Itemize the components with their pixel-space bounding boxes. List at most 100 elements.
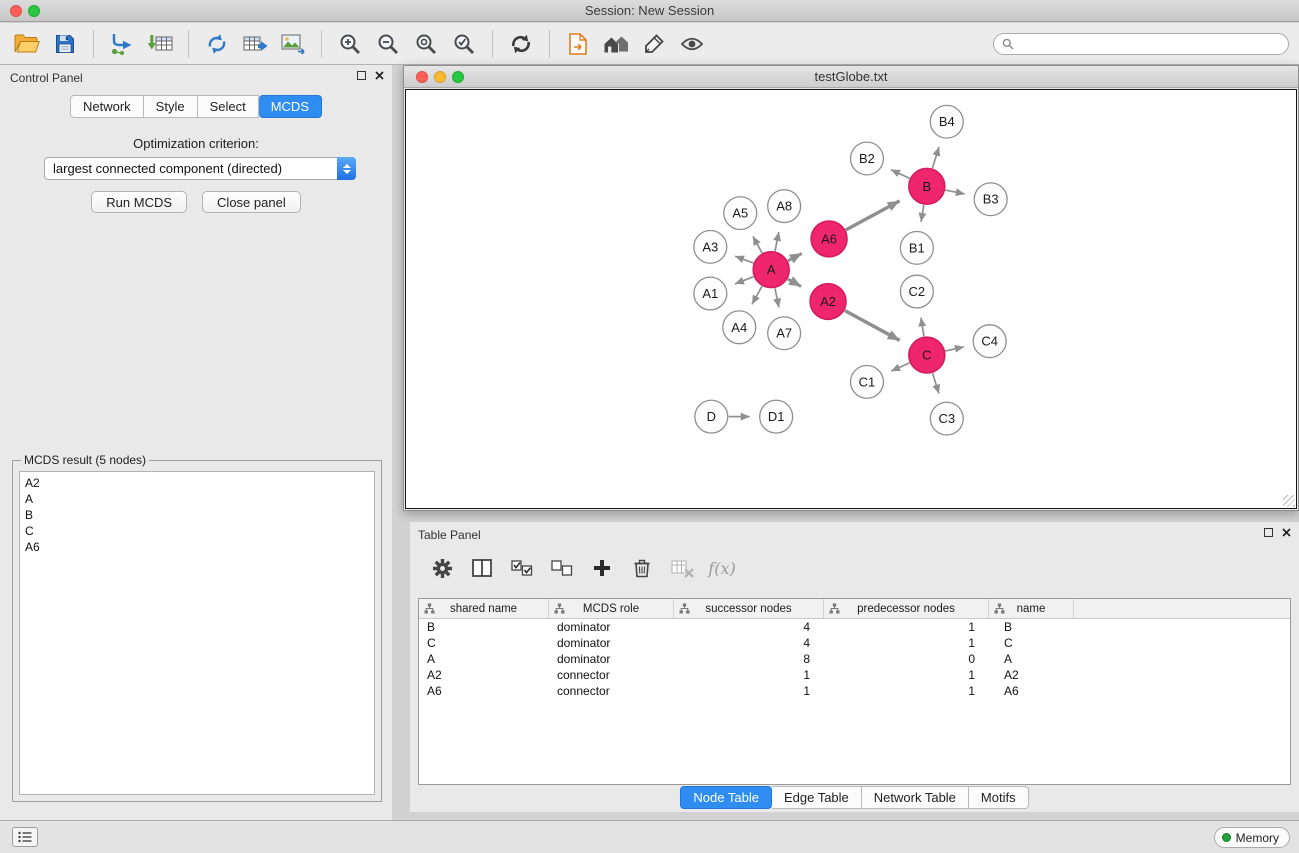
table-row[interactable]: Cdominator41C <box>419 635 1290 651</box>
select-all-button[interactable] <box>504 552 540 584</box>
tab-select[interactable]: Select <box>198 95 259 118</box>
zoom-selected-button[interactable] <box>445 27 483 61</box>
table-row[interactable]: A6connector11A6 <box>419 683 1290 699</box>
graph-edge-C-C3[interactable] <box>933 373 939 393</box>
search-input[interactable] <box>1019 35 1288 53</box>
tab-network-table[interactable]: Network Table <box>862 786 969 809</box>
graph-node-A3[interactable]: A3 <box>694 230 727 263</box>
graph-node-A[interactable]: A <box>753 252 789 288</box>
cell-shared-name[interactable]: C <box>419 635 549 651</box>
graph-edge-A-A8[interactable] <box>775 232 779 251</box>
graph-node-A2[interactable]: A2 <box>810 284 846 320</box>
graph-edge-A-A3[interactable] <box>735 256 753 263</box>
graph-edge-A-A2[interactable] <box>788 279 801 286</box>
network-window-titlebar[interactable]: testGlobe.txt <box>404 66 1298 88</box>
network-zoom-traffic-light-icon[interactable] <box>452 71 464 83</box>
table-row[interactable]: A2connector11A2 <box>419 667 1290 683</box>
open-button[interactable] <box>8 27 46 61</box>
search-box[interactable] <box>993 33 1289 55</box>
float-panel-icon[interactable] <box>357 71 366 80</box>
float-panel-icon[interactable] <box>1264 528 1273 537</box>
graph-node-C4[interactable]: C4 <box>973 325 1006 358</box>
export-table-button[interactable] <box>236 27 274 61</box>
column-header-MCDS-role[interactable]: MCDS role <box>549 599 674 618</box>
deselect-all-button[interactable] <box>544 552 580 584</box>
network-graph[interactable]: B4B2BB3A5A8A6B1A3AC2A1A2A4A7C4CC1C3DD1 <box>406 90 1296 508</box>
cell-name[interactable]: A6 <box>989 683 1074 699</box>
graph-edge-C-C2[interactable] <box>921 318 924 337</box>
tab-motifs[interactable]: Motifs <box>969 786 1029 809</box>
mcds-result-item[interactable]: C <box>25 523 369 539</box>
column-header-name[interactable]: name <box>989 599 1074 618</box>
column-header-predecessor-nodes[interactable]: predecessor nodes <box>824 599 989 618</box>
cell-successor-nodes[interactable]: 1 <box>674 667 824 683</box>
delete-button[interactable] <box>624 552 660 584</box>
graph-node-A7[interactable]: A7 <box>768 317 801 350</box>
cell-shared-name[interactable]: A2 <box>419 667 549 683</box>
graph-node-A8[interactable]: A8 <box>768 190 801 223</box>
gear-button[interactable] <box>424 552 460 584</box>
cell-name[interactable]: A <box>989 651 1074 667</box>
network-canvas[interactable]: B4B2BB3A5A8A6B1A3AC2A1A2A4A7C4CC1C3DD1 <box>405 89 1297 509</box>
graph-node-D1[interactable]: D1 <box>760 400 793 433</box>
task-history-button[interactable] <box>12 827 38 847</box>
close-panel-icon[interactable] <box>1282 528 1291 537</box>
delete-table-button[interactable] <box>664 552 700 584</box>
graph-node-C2[interactable]: C2 <box>900 275 933 308</box>
graph-node-A5[interactable]: A5 <box>724 197 757 230</box>
import-network-button[interactable] <box>103 27 141 61</box>
export-image-button[interactable] <box>274 27 312 61</box>
import-table-button[interactable] <box>141 27 179 61</box>
tab-edge-table[interactable]: Edge Table <box>772 786 862 809</box>
zoom-fit-button[interactable] <box>407 27 445 61</box>
graph-edge-B-B2[interactable] <box>891 170 910 179</box>
mcds-result-list[interactable]: A2ABCA6 <box>19 471 375 795</box>
graph-edge-A-A5[interactable] <box>753 236 762 253</box>
graph-node-A6[interactable]: A6 <box>811 221 847 257</box>
graph-edge-C-C1[interactable] <box>891 363 909 371</box>
graph-node-A4[interactable]: A4 <box>723 311 756 344</box>
graph-edge-B-B1[interactable] <box>921 205 924 222</box>
close-panel-button[interactable]: Close panel <box>202 191 301 213</box>
table-row[interactable]: Adominator80A <box>419 651 1290 667</box>
cell-shared-name[interactable]: B <box>419 619 549 635</box>
graph-edge-A-A1[interactable] <box>735 277 754 284</box>
optimization-dropdown[interactable]: largest connected component (directed) <box>44 157 356 180</box>
graph-edge-A2-C[interactable] <box>845 311 900 341</box>
graph-node-C[interactable]: C <box>909 337 945 373</box>
cell-predecessor-nodes[interactable]: 0 <box>824 651 989 667</box>
zoom-out-button[interactable] <box>369 27 407 61</box>
graph-node-B2[interactable]: B2 <box>851 142 884 175</box>
add-button[interactable] <box>584 552 620 584</box>
cell-predecessor-nodes[interactable]: 1 <box>824 683 989 699</box>
mcds-result-item[interactable]: A <box>25 491 369 507</box>
run-mcds-button[interactable]: Run MCDS <box>91 191 187 213</box>
cell-name[interactable]: B <box>989 619 1074 635</box>
graph-edge-A6-B[interactable] <box>846 201 900 230</box>
network-minimize-traffic-light-icon[interactable] <box>434 71 446 83</box>
cell-successor-nodes[interactable]: 4 <box>674 619 824 635</box>
export-network-button[interactable] <box>198 27 236 61</box>
network-close-traffic-light-icon[interactable] <box>416 71 428 83</box>
column-header-successor-nodes[interactable]: successor nodes <box>674 599 824 618</box>
graph-edge-B-B4[interactable] <box>932 147 939 168</box>
eye-button[interactable] <box>673 27 711 61</box>
tab-mcds[interactable]: MCDS <box>259 95 322 118</box>
column-header-shared-name[interactable]: shared name <box>419 599 549 618</box>
cell-name[interactable]: A2 <box>989 667 1074 683</box>
cell-MCDS-role[interactable]: dominator <box>549 619 674 635</box>
table-row[interactable]: Bdominator41B <box>419 619 1290 635</box>
graph-node-C1[interactable]: C1 <box>851 366 884 399</box>
graph-node-B1[interactable]: B1 <box>900 231 933 264</box>
cell-successor-nodes[interactable]: 8 <box>674 651 824 667</box>
cell-predecessor-nodes[interactable]: 1 <box>824 667 989 683</box>
cell-predecessor-nodes[interactable]: 1 <box>824 635 989 651</box>
resize-grip[interactable] <box>1283 495 1295 507</box>
graph-node-D[interactable]: D <box>695 400 728 433</box>
tab-style[interactable]: Style <box>144 95 198 118</box>
cell-predecessor-nodes[interactable]: 1 <box>824 619 989 635</box>
graph-node-B3[interactable]: B3 <box>974 183 1007 216</box>
save-button[interactable] <box>46 27 84 61</box>
graph-edge-C-C4[interactable] <box>945 347 964 351</box>
graph-edge-A-A7[interactable] <box>775 288 779 307</box>
